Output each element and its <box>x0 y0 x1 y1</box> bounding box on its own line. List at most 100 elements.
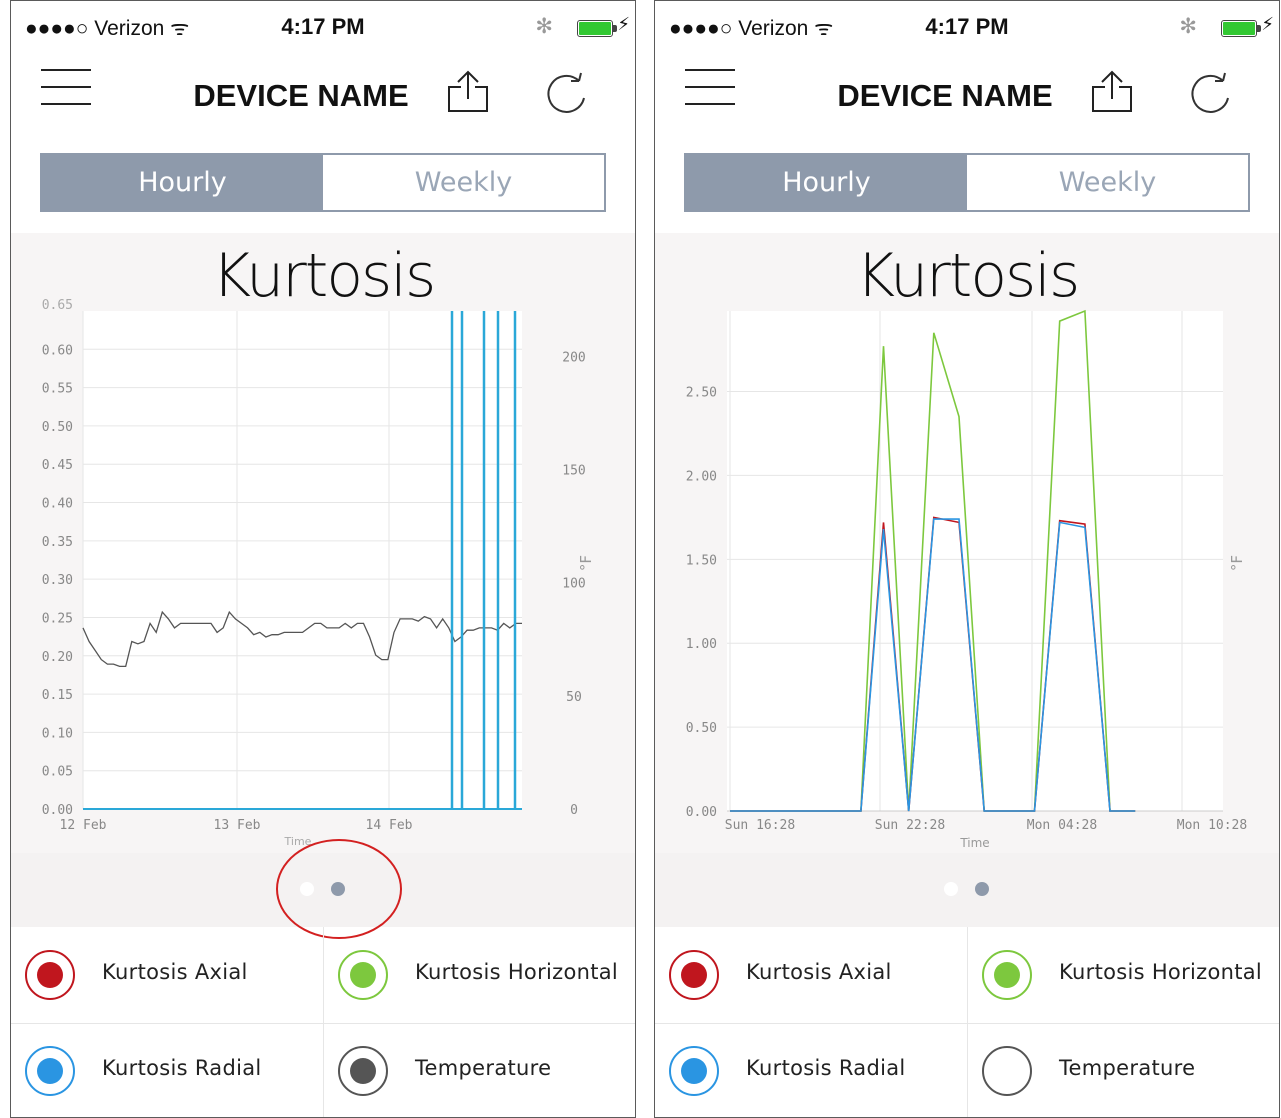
y-tick-label: 2.00 <box>686 469 717 484</box>
y-tick-label: 0.50 <box>686 721 717 736</box>
legend-item[interactable]: Kurtosis Radial <box>11 1023 324 1117</box>
refresh-icon[interactable] <box>1185 71 1235 117</box>
y-tick-label: 0.15 <box>42 688 73 703</box>
legend-toggle-fill <box>681 1058 707 1084</box>
legend-label: Kurtosis Horizontal <box>415 960 619 984</box>
tab-hourly[interactable]: Hourly <box>42 155 323 210</box>
bluetooth-icon: ✻ <box>535 14 553 38</box>
phone-screen-right: ●●●●○ Verizon ᯤ 4:17 PM ✻ ⚡ DEVICE NAME … <box>654 0 1280 1118</box>
legend-toggle-fill <box>37 962 63 988</box>
legend-toggle-icon <box>338 950 388 1000</box>
page-dot-2[interactable] <box>331 882 345 896</box>
y-tick-label: 0.25 <box>42 611 73 626</box>
legend-toggle-fill <box>994 962 1020 988</box>
nav-bar: DEVICE NAME <box>11 51 635 141</box>
y-right-tick-label: 150 <box>562 463 585 478</box>
y-right-tick-label: 200 <box>562 350 585 365</box>
legend-toggle-icon <box>25 1046 75 1096</box>
range-segmented-control: Hourly Weekly <box>684 153 1250 212</box>
x-tick-label: Mon 10:28 <box>1177 818 1247 833</box>
y-tick-label: 0.20 <box>42 650 73 665</box>
legend-label: Kurtosis Horizontal <box>1059 960 1263 984</box>
charging-icon: ⚡ <box>617 14 630 35</box>
legend-item[interactable]: Kurtosis Radial <box>655 1023 968 1117</box>
legend-toggle-fill <box>350 1058 376 1084</box>
page-title: DEVICE NAME <box>193 78 409 113</box>
charging-icon: ⚡ <box>1261 14 1274 35</box>
x-axis-label: Time <box>959 836 989 850</box>
page-dot-1[interactable] <box>944 882 958 896</box>
chart-panel: 0.00 0.50 1.00 1.50 2.00 2.50 °F Sun 16:28 Sun 2… <box>655 233 1279 854</box>
y-tick-label: 0.55 <box>42 382 73 397</box>
legend-toggle-icon <box>25 950 75 1000</box>
y-tick-label: 0.05 <box>42 765 73 780</box>
x-axis-label: Time <box>284 835 312 848</box>
share-icon[interactable] <box>443 69 493 115</box>
page-dot-2[interactable] <box>975 882 989 896</box>
hamburger-menu-icon[interactable] <box>41 69 91 109</box>
legend-label: Kurtosis Radial <box>102 1056 262 1080</box>
legend-item[interactable]: Temperature <box>324 1023 635 1117</box>
legend-item[interactable]: Kurtosis Horizontal <box>324 927 635 1023</box>
y-tick-label: 0.60 <box>42 343 73 358</box>
chart-title: Kurtosis <box>855 241 1080 311</box>
legend-item[interactable]: Kurtosis Axial <box>655 927 968 1023</box>
battery-icon <box>577 20 613 37</box>
y-tick-label: 0.10 <box>42 726 73 741</box>
y-right-axis-label: °F <box>1228 555 1246 571</box>
legend-label: Temperature <box>1059 1056 1196 1080</box>
legend-label: Temperature <box>415 1056 552 1080</box>
x-tick-label: Sun 22:28 <box>875 818 945 833</box>
legend-divider-horizontal <box>11 1023 635 1024</box>
y-tick-label: 1.00 <box>686 637 717 652</box>
range-segmented-control: Hourly Weekly <box>40 153 606 212</box>
legend-toggle-icon <box>669 1046 719 1096</box>
x-tick-label: 12 Feb <box>60 818 107 833</box>
legend-toggle-icon <box>982 950 1032 1000</box>
legend-toggle-fill <box>350 962 376 988</box>
hamburger-menu-icon[interactable] <box>685 69 735 109</box>
share-icon[interactable] <box>1087 69 1137 115</box>
refresh-icon[interactable] <box>541 71 591 117</box>
legend-toggle-icon <box>669 950 719 1000</box>
tab-hourly[interactable]: Hourly <box>686 155 967 210</box>
x-tick-label: Sun 16:28 <box>725 818 795 833</box>
legend-toggle-fill <box>37 1058 63 1084</box>
legend-divider-horizontal <box>655 1023 1279 1024</box>
page-indicator-bar <box>655 853 1279 927</box>
legend-item[interactable]: Kurtosis Axial <box>11 927 324 1023</box>
y-tick-label: 1.50 <box>686 553 717 568</box>
tab-weekly[interactable]: Weekly <box>967 155 1248 210</box>
legend-label: Kurtosis Radial <box>746 1056 906 1080</box>
y-tick-label: 0.00 <box>686 805 717 820</box>
y-tick-label: 0.00 <box>42 803 73 818</box>
battery-icon <box>1221 20 1257 37</box>
kurtosis-chart[interactable]: 0.00 0.50 1.00 1.50 2.00 2.50 °F Sun 16:28 Sun 2… <box>655 233 1280 853</box>
legend-item[interactable]: Temperature <box>968 1023 1279 1117</box>
status-bar: ●●●●○ Verizon ᯤ 4:17 PM ✻ ⚡ <box>11 1 635 51</box>
x-tick-label: 13 Feb <box>214 818 261 833</box>
legend-toggle-fill <box>681 962 707 988</box>
nav-bar: DEVICE NAME <box>655 51 1279 141</box>
chart-panel: 0.00 0.05 0.10 0.15 0.20 0.25 0.30 0.35 0.40 0.45… <box>11 233 635 854</box>
y-tick-label: 2.50 <box>686 386 717 401</box>
page-dot-1[interactable] <box>300 882 314 896</box>
y-tick-label: 0.40 <box>42 497 73 512</box>
x-tick-label: 14 Feb <box>366 818 413 833</box>
y-right-axis-label: °F <box>577 555 595 571</box>
legend-label: Kurtosis Axial <box>102 960 248 984</box>
page-title: DEVICE NAME <box>837 78 1053 113</box>
phone-screen-left: ●●●●○ Verizon ᯤ 4:17 PM ✻ ⚡ DEVICE NAME … <box>10 0 636 1118</box>
chart-title: Kurtosis <box>211 241 436 311</box>
y-tick-label: 0.45 <box>42 458 73 473</box>
y-right-tick-label: 0 <box>570 803 578 818</box>
legend-toggle-icon <box>982 1046 1032 1096</box>
page-indicator-bar <box>11 853 635 927</box>
kurtosis-chart[interactable]: 0.00 0.05 0.10 0.15 0.20 0.25 0.30 0.35 0.40 0.45… <box>11 233 636 853</box>
legend-toggle-icon <box>338 1046 388 1096</box>
tab-weekly[interactable]: Weekly <box>323 155 604 210</box>
legend-item[interactable]: Kurtosis Horizontal <box>968 927 1279 1023</box>
y-right-tick-label: 100 <box>562 577 585 592</box>
y-tick-label: 0.30 <box>42 573 73 588</box>
bluetooth-icon: ✻ <box>1179 14 1197 38</box>
